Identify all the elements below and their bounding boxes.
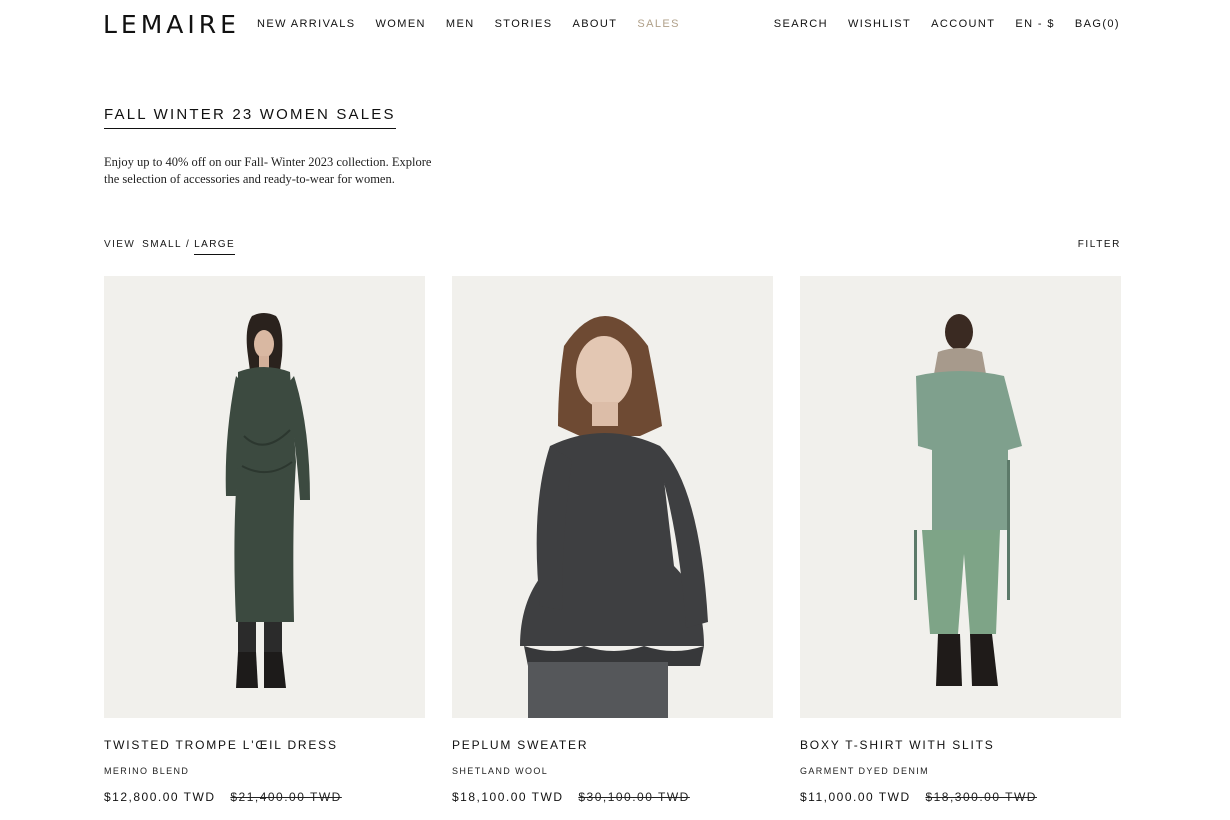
view-large-option[interactable]: LARGE xyxy=(194,239,236,255)
product-image[interactable] xyxy=(800,276,1121,718)
model-tshirt-illustration xyxy=(914,314,1022,686)
sale-price: $12,800.00 TWD xyxy=(104,790,216,804)
view-label: VIEW xyxy=(104,239,136,250)
view-separator: / xyxy=(185,239,191,250)
nav-women[interactable]: WOMEN xyxy=(376,18,426,30)
model-sweater-illustration xyxy=(520,316,708,718)
nav-men[interactable]: MEN xyxy=(446,18,475,30)
wishlist-link[interactable]: WISHLIST xyxy=(848,18,911,30)
utility-nav: SEARCH WISHLIST ACCOUNT EN - $ BAG(0) xyxy=(754,18,1120,30)
sale-price: $11,000.00 TWD xyxy=(800,790,911,804)
product-price: $18,100.00 TWD $30,100.00 TWD xyxy=(452,790,690,804)
product-name[interactable]: TWISTED TROMPE L'ŒIL DRESS xyxy=(104,738,338,752)
product-name[interactable]: PEPLUM SWEATER xyxy=(452,738,588,752)
product-image[interactable] xyxy=(452,276,773,718)
nav-new-arrivals[interactable]: NEW ARRIVALS xyxy=(257,18,356,30)
product-name[interactable]: BOXY T-SHIRT WITH SLITS xyxy=(800,738,995,752)
page-title: FALL WINTER 23 WOMEN SALES xyxy=(104,106,396,129)
product-material: MERINO BLEND xyxy=(104,766,190,776)
bag-link[interactable]: BAG(0) xyxy=(1075,18,1120,30)
view-toggle: VIEW SMALL / LARGE xyxy=(104,239,236,255)
original-price: $18,300.00 TWD xyxy=(925,790,1037,804)
model-dress-illustration xyxy=(225,313,310,688)
original-price: $21,400.00 TWD xyxy=(230,790,342,804)
sale-price: $18,100.00 TWD xyxy=(452,790,564,804)
product-card[interactable]: BOXY T-SHIRT WITH SLITS GARMENT DYED DEN… xyxy=(800,276,1121,804)
search-link[interactable]: SEARCH xyxy=(774,18,828,30)
nav-about[interactable]: ABOUT xyxy=(572,18,617,30)
page-intro: Enjoy up to 40% off on our Fall- Winter … xyxy=(104,155,432,186)
main-nav: NEW ARRIVALS WOMEN MEN STORIES ABOUT SAL… xyxy=(257,18,700,30)
original-price: $30,100.00 TWD xyxy=(578,790,690,804)
nav-stories[interactable]: STORIES xyxy=(495,18,553,30)
product-price: $11,000.00 TWD $18,300.00 TWD xyxy=(800,790,1037,804)
product-card[interactable]: TWISTED TROMPE L'ŒIL DRESS MERINO BLEND … xyxy=(104,276,425,804)
product-card[interactable]: PEPLUM SWEATER SHETLAND WOOL $18,100.00 … xyxy=(452,276,773,804)
account-link[interactable]: ACCOUNT xyxy=(931,18,995,30)
filter-button[interactable]: FILTER xyxy=(1078,239,1121,250)
site-logo[interactable]: LEMAIRE xyxy=(103,10,240,39)
product-material: GARMENT DYED DENIM xyxy=(800,766,930,776)
language-currency-selector[interactable]: EN - $ xyxy=(1015,18,1055,30)
product-price: $12,800.00 TWD $21,400.00 TWD xyxy=(104,790,342,804)
product-image[interactable] xyxy=(104,276,425,718)
nav-sales[interactable]: SALES xyxy=(637,18,679,30)
view-small-option[interactable]: SMALL xyxy=(142,239,182,250)
product-material: SHETLAND WOOL xyxy=(452,766,549,776)
